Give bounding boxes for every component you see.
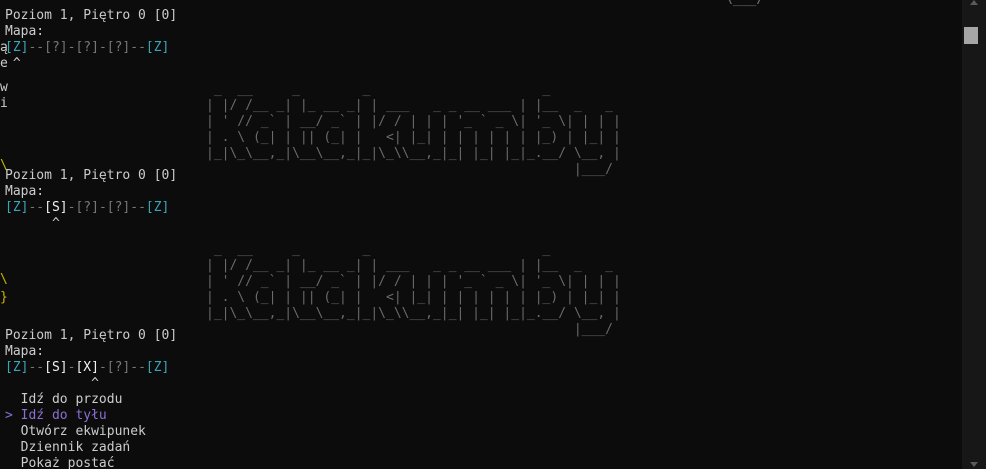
map-label: Mapa: [5,184,45,199]
map-room: [Z] [5,200,29,215]
map-room: [?] [75,40,99,55]
map-room: [Z] [145,40,170,55]
map-room: [?] [106,40,131,55]
map-corridor: -- [28,40,45,55]
left-edge-artifact: w [0,80,8,95]
map-room: [Z] [5,40,29,55]
title-ascii-art: _ __ _ _ _ | |/ /__ _| |_ __ _| | ___ _ … [206,82,621,177]
map-corridor: -- [130,200,146,215]
menu-pointer-icon: > [5,408,13,423]
ascii-fragment-top: \___/ [5,0,764,8]
map-corridor: -- [28,200,45,215]
map-label: Mapa: [5,24,45,39]
position-marker: ^ [5,376,99,391]
map-room: [?] [106,360,131,375]
level-header: Poziom 1, Piętro 0 [0] [5,8,178,23]
map-room: [S] [44,200,68,215]
map-corridor: - [98,360,107,375]
level-header: Poziom 1, Piętro 0 [0] [5,328,178,343]
map-row: [Z]--[S]-[?]-[?]--[Z] [5,200,169,216]
menu-item-quest-log[interactable]: Dziennik zadań [5,440,131,456]
scrollbar-thumb[interactable] [964,27,978,44]
position-marker: ^ [5,216,60,231]
menu-item-back-selected[interactable]: > Idź do tyłu [5,408,107,424]
menu-item-character[interactable]: Pokaż postać [5,456,115,469]
left-edge-artifact: i [0,96,8,111]
map-corridor: -- [130,360,146,375]
map-corridor: -- [130,40,146,55]
menu-item-inventory[interactable]: Otwórz ekwipunek [5,424,146,440]
title-ascii-art: _ __ _ _ _ | |/ /__ _| |_ __ _| | ___ _ … [206,242,621,337]
left-edge-artifact: } [0,290,8,305]
scroll-down-icon[interactable] [970,462,978,467]
map-room: [?] [44,40,68,55]
map-room: [Z] [145,200,170,215]
map-corridor: - [98,200,107,215]
level-header: Poziom 1, Piętro 0 [0] [5,168,178,183]
map-room: [Z] [145,360,170,375]
map-corridor: - [98,40,107,55]
map-room: [Z] [5,360,29,375]
left-edge-artifact: \ [0,272,8,287]
map-corridor: -- [28,360,45,375]
map-room-current: [X] [75,360,99,375]
map-label: Mapa: [5,344,45,359]
terminal-output: \___/ ą e w i \ \ } Poziom 1, Piętro 0 [… [0,0,962,469]
menu-item-forward[interactable]: Idź do przodu [5,392,123,408]
map-room: [?] [75,200,99,215]
map-row: [Z]--[?]-[?]-[?]--[Z] [5,40,169,56]
map-row: [Z]--[S]-[X]-[?]--[Z] [5,360,169,376]
vertical-scrollbar[interactable] [962,0,986,469]
scroll-up-icon[interactable] [970,0,978,5]
position-marker: ^ [5,56,21,71]
map-room: [?] [106,200,131,215]
map-room: [S] [44,360,68,375]
